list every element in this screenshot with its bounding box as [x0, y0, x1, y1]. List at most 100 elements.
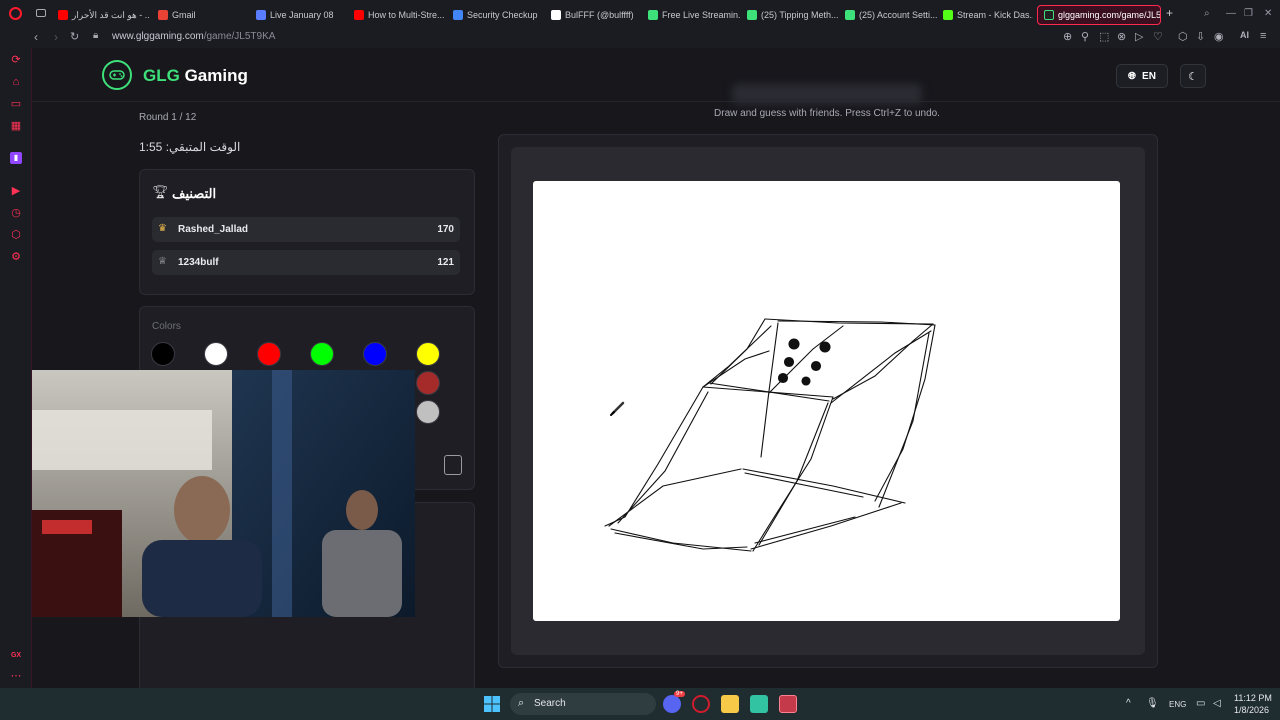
tab-label: هو انت قد الأحرار - ... [72, 9, 150, 20]
player-score: 170 [437, 224, 454, 235]
player-icon[interactable]: ▷ [1135, 30, 1143, 43]
color-swatch[interactable] [416, 371, 440, 395]
file-explorer-icon[interactable] [721, 695, 739, 713]
game-subtitle: Draw and guess with friends. Press Ctrl+… [714, 108, 940, 119]
browser-tab-bar: هو انت قد الأحرار - ... Gmail Live January… [0, 0, 1280, 28]
browser-tab[interactable]: هو انت قد الأحرار - ... [58, 5, 150, 25]
tray-chevron-icon[interactable]: ^ [1126, 698, 1131, 709]
drawing-canvas[interactable] [533, 181, 1120, 621]
tab-label: Stream - Kick Das... [957, 10, 1033, 20]
tab-menu-icon[interactable] [36, 9, 46, 17]
color-swatch[interactable] [151, 342, 175, 366]
back-icon[interactable]: ‹ [34, 30, 38, 44]
search-tabs-icon[interactable]: ⌕ [1204, 8, 1210, 19]
snapshot-icon[interactable]: ⬚ [1099, 30, 1109, 43]
glg-favicon-icon [1044, 10, 1054, 20]
globe-icon: 🌐︎ [1128, 70, 1137, 82]
zoom-icon[interactable]: ⊕ [1063, 30, 1072, 43]
tab-favicon-icon [551, 10, 561, 20]
minimize-icon[interactable]: — [1226, 8, 1236, 19]
sidebar-twitch-icon[interactable]: ▮ [10, 152, 22, 164]
brand-name[interactable]: GLG Gaming [143, 66, 248, 86]
windows-start-icon[interactable] [483, 695, 501, 713]
browser-tab[interactable]: Security Checkup [453, 5, 545, 25]
tab-favicon-icon [256, 10, 266, 20]
network-icon[interactable]: ▭ [1196, 698, 1205, 709]
reload-icon[interactable]: ↻ [70, 30, 79, 43]
tab-label: Security Checkup [467, 10, 538, 20]
leaderboard-card: 🏆︎ التصنيف ♛ Rashed_Jallad 170 ♕ 1234bul… [139, 169, 475, 295]
clock-time[interactable]: 11:12 PM [1234, 693, 1272, 703]
pin-icon[interactable]: ⚲ [1081, 30, 1089, 43]
tab-favicon-icon [453, 10, 463, 20]
sidebar-history-icon[interactable]: ◷ [10, 207, 22, 219]
leaderboard-title: التصنيف [172, 186, 217, 201]
microphone-icon[interactable]: 🎙︎ [1146, 698, 1159, 709]
tab-favicon-icon [354, 10, 364, 20]
sidebar-shopping-icon[interactable]: ⌂ [10, 76, 22, 88]
hidden-word-title [732, 84, 922, 104]
tab-label: glggaming.com/game/JL5 [1058, 10, 1161, 20]
sidebar-gx-icon[interactable]: GX [10, 650, 22, 662]
bookmark-heart-icon[interactable]: ♡ [1153, 30, 1163, 43]
tab-favicon-icon [845, 10, 855, 20]
sidebar-messenger-icon[interactable]: ▭ [10, 98, 22, 110]
color-swatch[interactable] [363, 342, 387, 366]
sidebar-speed-dial-icon[interactable]: ⟳ [10, 54, 22, 66]
browser-tab[interactable]: Gmail [158, 5, 248, 25]
maximize-icon[interactable]: ❐ [1244, 8, 1253, 19]
color-swatch[interactable] [416, 342, 440, 366]
ai-button[interactable]: AI [1240, 30, 1249, 40]
url-field[interactable]: www.glggaming.com/game/JL5T9KA [112, 31, 275, 42]
browser-tab[interactable]: How to Multi-Stre... [354, 5, 446, 25]
crown-icon: ♛ [158, 223, 167, 234]
color-swatch[interactable] [257, 342, 281, 366]
tab-glggaming-active[interactable]: glggaming.com/game/JL5 [1037, 5, 1161, 25]
browser-tab[interactable]: (25) Tipping Meth... [747, 5, 839, 25]
volume-icon[interactable]: ◁ [1213, 698, 1221, 709]
gamepad-logo-icon[interactable] [102, 60, 132, 90]
sidebar-settings-icon[interactable]: ⚙ [10, 251, 22, 263]
download-icon[interactable]: ⇩ [1196, 30, 1205, 43]
input-language[interactable]: ENG [1169, 700, 1186, 709]
browser-tab[interactable]: Stream - Kick Das... [943, 5, 1033, 25]
sidebar-extensions-icon[interactable]: ⬡ [10, 229, 22, 241]
brush-size-box[interactable] [444, 455, 462, 475]
sidebar-more-icon[interactable]: ⋯ [10, 670, 22, 682]
discord-icon[interactable] [663, 695, 681, 713]
browser-tab[interactable]: Free Live Streamin... [648, 5, 740, 25]
theme-toggle-button[interactable]: ☾ [1180, 64, 1206, 88]
discord-badge: 9+ [674, 691, 685, 697]
color-swatch[interactable] [310, 342, 334, 366]
tab-favicon-icon [747, 10, 757, 20]
tab-favicon-icon [943, 10, 953, 20]
opera-logo-icon[interactable] [9, 7, 22, 20]
colors-label: Colors [152, 321, 181, 332]
clock-date[interactable]: 1/8/2026 [1234, 705, 1269, 715]
menu-icon[interactable]: ≡ [1260, 30, 1266, 42]
close-icon[interactable]: ✕ [1264, 8, 1272, 19]
adblock-icon[interactable]: ⊗ [1117, 30, 1126, 43]
tab-favicon-icon [58, 10, 68, 20]
language-button[interactable]: 🌐︎ EN [1116, 64, 1168, 88]
brand-suffix: Gaming [179, 66, 248, 85]
forward-icon[interactable]: › [54, 30, 58, 44]
sidebar-player-icon[interactable]: ▶ [10, 185, 22, 197]
moon-icon: ☾ [1188, 70, 1198, 83]
account-icon[interactable]: ◉ [1214, 30, 1224, 43]
extensions-icon[interactable]: ⬡ [1178, 30, 1188, 43]
obs-app-icon[interactable] [779, 695, 797, 713]
taskbar-search[interactable]: ⌕ Search [510, 693, 656, 715]
streamlabs-icon[interactable] [750, 695, 768, 713]
new-tab-button[interactable]: + [1166, 6, 1173, 20]
color-swatch[interactable] [204, 342, 228, 366]
color-swatch[interactable] [416, 400, 440, 424]
search-label: Search [534, 698, 566, 709]
browser-tab[interactable]: BulFFF (@bulffff) [551, 5, 641, 25]
sidebar-news-icon[interactable]: ▦ [10, 120, 22, 132]
opera-taskbar-icon[interactable] [692, 695, 710, 713]
search-icon: ⌕ [518, 697, 525, 709]
browser-tab[interactable]: (25) Account Setti... [845, 5, 937, 25]
canvas-frame [511, 147, 1145, 655]
browser-tab[interactable]: Live January 08 [256, 5, 346, 25]
